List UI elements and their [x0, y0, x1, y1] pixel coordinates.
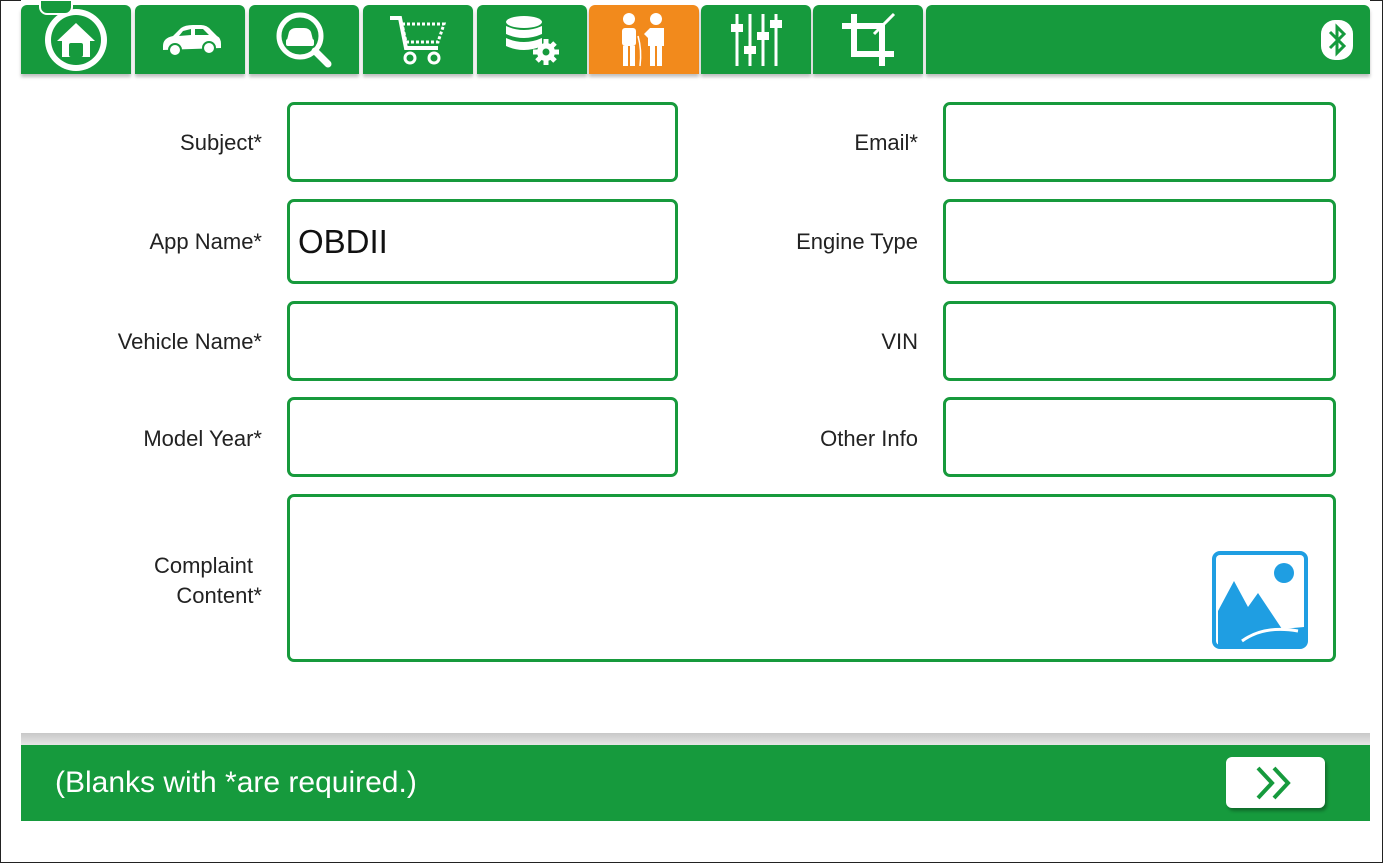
attach-image-button[interactable]: [1212, 551, 1308, 649]
database-settings-icon: [506, 15, 559, 65]
engine-type-label: Engine Type: [796, 229, 918, 254]
bottom-bar: (Blanks with *are required.): [21, 745, 1370, 821]
crop-icon: [842, 12, 896, 66]
car-icon: [163, 24, 221, 57]
car-search-icon: [276, 12, 332, 67]
tab-settings[interactable]: [701, 5, 811, 74]
app-name-value: OBDII: [298, 222, 388, 260]
tab-vehicle[interactable]: [135, 5, 245, 74]
tab-data[interactable]: [477, 5, 587, 74]
other-info-field[interactable]: [943, 397, 1336, 477]
required-fields-note: (Blanks with *are required.): [55, 766, 417, 799]
complaint-label-line1: Complaint: [153, 553, 253, 578]
vin-field[interactable]: [943, 301, 1336, 381]
subject-field[interactable]: [287, 102, 678, 182]
engine-type-field[interactable]: [943, 199, 1336, 284]
complaint-content-label: Complaint Content*: [22, 551, 262, 611]
home-icon: [45, 8, 107, 71]
sliders-icon: [731, 13, 782, 66]
vehicle-name-label: Vehicle Name*: [117, 329, 262, 354]
image-icon: [1216, 555, 1304, 645]
email-label: Email*: [854, 130, 918, 155]
complaint-label-line2: Content*: [176, 583, 262, 608]
model-year-field[interactable]: [287, 397, 678, 477]
email-field[interactable]: [943, 102, 1336, 182]
tab-home[interactable]: [21, 0, 131, 74]
other-info-label: Other Info: [820, 426, 918, 451]
double-chevron-right-icon: [1256, 766, 1291, 799]
bluetooth-area: [926, 5, 1370, 74]
complaint-content-field[interactable]: [287, 494, 1336, 662]
shopping-cart-icon: [390, 15, 447, 64]
top-navigation-bar: [21, 0, 1370, 78]
tab-feedback[interactable]: [589, 5, 699, 74]
app-name-field[interactable]: OBDII: [287, 199, 678, 284]
next-button[interactable]: [1226, 757, 1325, 808]
feedback-people-icon: [622, 12, 664, 66]
vehicle-name-field[interactable]: [287, 301, 678, 381]
bottom-divider: [21, 733, 1370, 745]
tab-shop[interactable]: [363, 5, 473, 74]
tab-diagnose[interactable]: [249, 5, 359, 74]
subject-label: Subject*: [180, 130, 262, 155]
home-badge: [39, 0, 73, 15]
model-year-label: Model Year*: [143, 426, 262, 451]
tab-tools[interactable]: [813, 5, 923, 74]
vin-label: VIN: [881, 329, 918, 354]
bluetooth-icon[interactable]: [1320, 19, 1354, 61]
app-name-label: App Name*: [149, 229, 262, 254]
